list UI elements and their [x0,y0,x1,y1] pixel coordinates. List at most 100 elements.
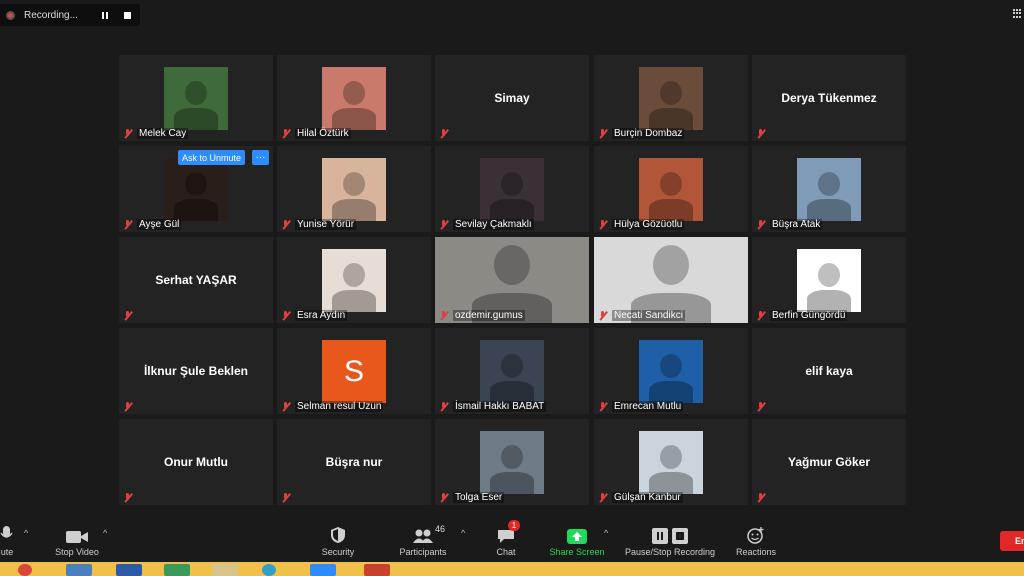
more-options-button[interactable]: ··· [252,150,269,165]
reactions-label: Reactions [735,547,777,557]
participant-photo [797,249,861,312]
participant-display-name: Onur Mutlu [164,455,228,469]
muted-microphone-icon [439,492,448,503]
participant-label: Sevilay Çakmaklı [439,218,534,231]
participant-tile[interactable]: Melek Cay [119,55,273,141]
person-silhouette [660,81,682,105]
participants-options-caret-icon[interactable]: ^ [461,528,465,538]
muted-microphone-icon [756,310,765,321]
pause-stop-recording-button[interactable]: Pause/Stop Recording [620,518,720,562]
participant-photo [639,67,703,130]
participant-display-name: Derya Tükenmez [781,91,877,105]
participant-tile[interactable]: S Selman resul Uzun [277,328,431,414]
app-icon-6[interactable] [262,564,276,576]
person-silhouette [660,172,682,196]
participant-tile[interactable]: İsmail Hakkı BABAT [435,328,589,414]
muted-microphone-icon [756,492,765,503]
participant-tile[interactable]: Gülşan Kanbur [594,419,748,505]
person-silhouette [343,172,365,196]
participant-tile[interactable]: Berfin Güngördü [752,237,906,323]
participant-label [756,400,770,413]
participants-button[interactable]: 46 Participants [395,518,451,562]
muted-microphone-icon [439,128,448,139]
participant-name-label: İsmail Hakkı BABAT [453,401,547,412]
muted-microphone-icon [756,219,765,230]
participant-label: ozdemir.gumus [439,309,525,322]
participant-tile[interactable]: Simay [435,55,589,141]
participant-tile[interactable]: İlknur Şule Beklen [119,328,273,414]
video-camera-icon [66,531,88,543]
participant-tile[interactable]: elif kaya [752,328,906,414]
participant-tile[interactable]: Sevilay Çakmaklı [435,146,589,232]
participant-tile[interactable]: Serhat YAŞAR [119,237,273,323]
participant-tile[interactable]: Onur Mutlu [119,419,273,505]
end-meeting-button[interactable]: En [1000,531,1024,551]
participant-tile[interactable]: Necati Sandikci [594,237,748,323]
reactions-smiley-icon [747,527,764,544]
participant-name-label: Hülya Gözüotlu [612,219,685,230]
participant-tile[interactable]: Tolga Eser [435,419,589,505]
participant-photo [322,67,386,130]
ask-to-unmute-button[interactable]: Ask to Unmute [178,150,246,165]
participant-tile[interactable]: Büşra nur [277,419,431,505]
zoom-app-icon[interactable] [310,564,336,576]
chrome-app-icon[interactable] [18,564,32,576]
muted-microphone-icon [598,219,607,230]
audio-options-caret-icon[interactable]: ^ [24,528,28,538]
participant-label: Necati Sandikci [598,309,685,322]
share-screen-label: Share Screen [549,547,605,557]
participant-tile[interactable]: Hilal Öztürk [277,55,431,141]
person-silhouette [660,445,682,469]
participant-tile[interactable]: Yunise Yörür [277,146,431,232]
participant-tile[interactable]: Emrecan Mutlu [594,328,748,414]
participant-photo [639,340,703,403]
person-silhouette [185,81,207,105]
muted-microphone-icon [598,128,607,139]
unmute-label: ute [0,547,14,557]
chat-badge: 1 [508,520,520,531]
share-options-caret-icon[interactable]: ^ [604,528,608,538]
unmute-button[interactable]: ute [0,518,20,562]
stop-video-button[interactable]: Stop Video [48,518,106,562]
muted-microphone-icon [123,401,132,412]
participant-label [756,127,770,140]
explorer-app-icon[interactable] [66,564,92,576]
participant-tile[interactable]: Hülya Gözüotlu [594,146,748,232]
stop-recording-button[interactable] [118,11,136,19]
participant-name-label: Melek Cay [137,128,189,139]
word-app-icon[interactable] [116,564,142,576]
participant-label: Burçin Dombaz [598,127,685,140]
meeting-toolbar: ute ^ Stop Video ^ Security 46 Participa… [0,518,1024,562]
share-screen-button[interactable]: Share Screen [546,518,608,562]
participant-label: Hilal Öztürk [281,127,351,140]
participant-label: Hülya Gözüotlu [598,218,685,231]
person-silhouette [501,445,523,469]
video-options-caret-icon[interactable]: ^ [103,528,107,538]
participant-label [439,127,453,140]
participant-tile[interactable]: Yağmur Göker [752,419,906,505]
participant-photo [164,158,228,221]
security-button[interactable]: Security [316,518,360,562]
person-silhouette [653,245,689,285]
gallery-view-icon[interactable] [1013,9,1022,18]
reactions-button[interactable]: Reactions [734,518,778,562]
participant-tile[interactable]: Burçin Dombaz [594,55,748,141]
participant-display-name: elif kaya [805,364,853,378]
participant-display-name: Yağmur Göker [787,455,871,469]
recording-controls-icon [652,528,688,544]
muted-microphone-icon [598,492,607,503]
participant-tile[interactable]: Büşra Atak [752,146,906,232]
folder-app-icon[interactable] [212,564,238,576]
pause-recording-button[interactable] [96,11,114,19]
muted-microphone-icon [756,128,765,139]
participant-label: Tolga Eser [439,491,505,504]
pause-icon [102,11,108,19]
powerpoint-app-icon[interactable] [364,564,390,576]
participant-name-label: Burçin Dombaz [612,128,685,139]
participant-tile[interactable]: Derya Tükenmez [752,55,906,141]
participant-tile[interactable]: ozdemir.gumus [435,237,589,323]
app-icon-4[interactable] [164,564,190,576]
participant-tile[interactable]: Esra Aydın [277,237,431,323]
chat-button[interactable]: 1 Chat [490,518,522,562]
participant-name-label: Gülşan Kanbur [612,492,683,503]
